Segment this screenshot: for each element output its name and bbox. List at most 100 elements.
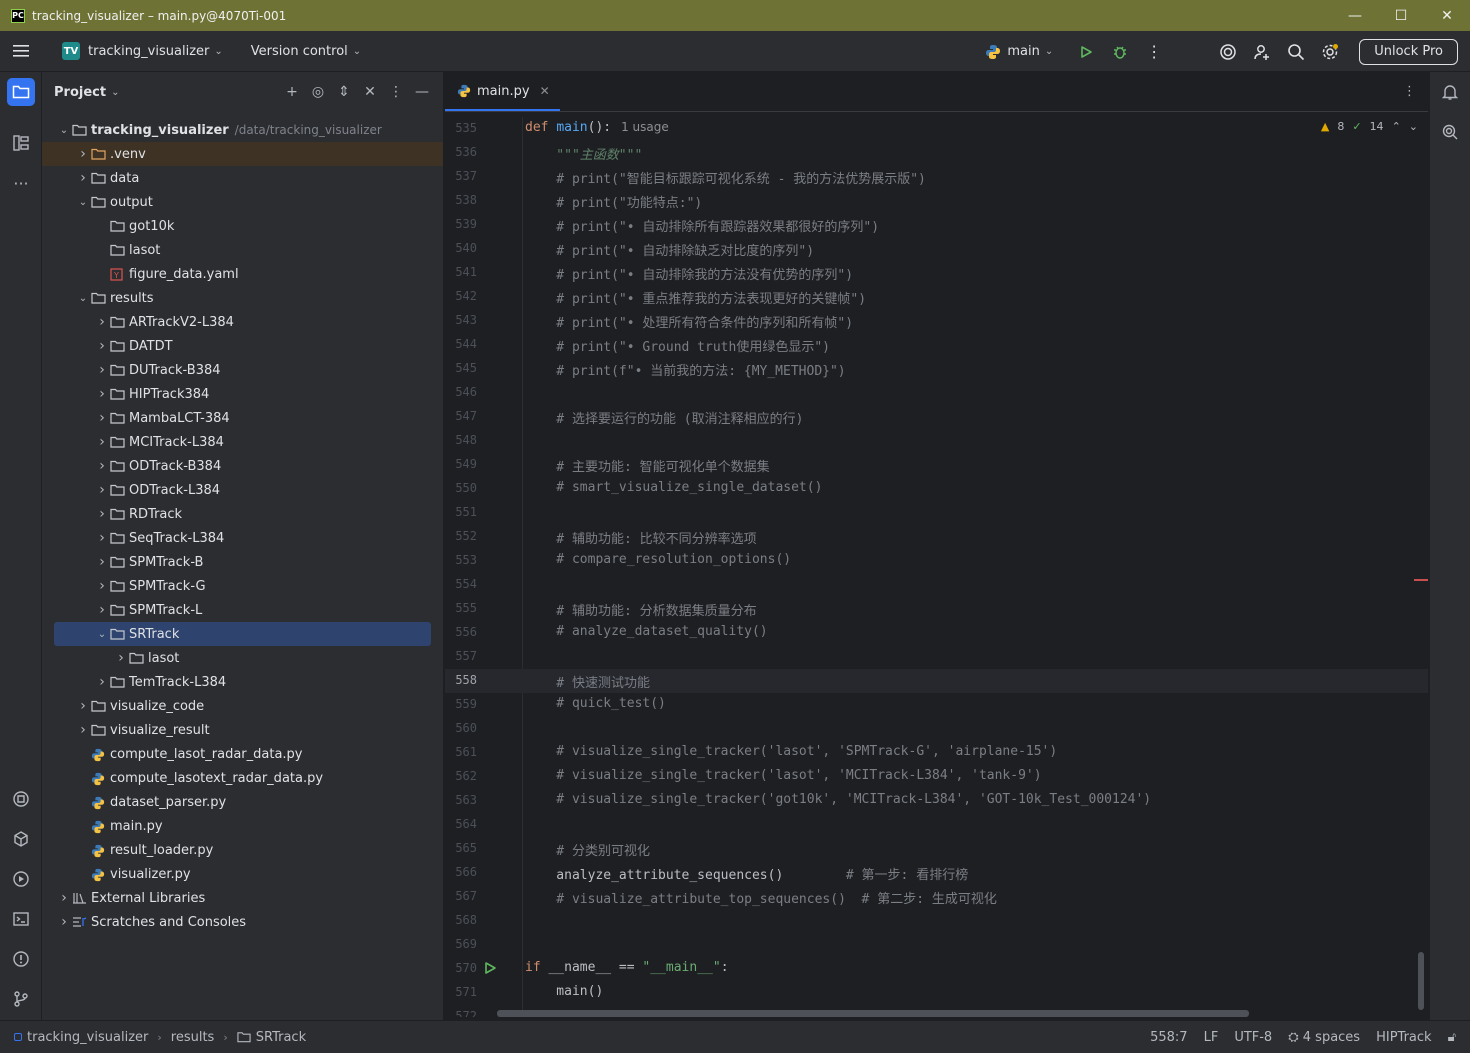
run-gutter-icon[interactable]: [483, 961, 497, 979]
code-line[interactable]: 539 # print("• 自动排除所有跟踪器效果都很好的序列"): [445, 213, 1428, 237]
tree-item[interactable]: › ODTrack-L384: [42, 478, 443, 502]
code-line[interactable]: 552 # 辅助功能: 比较不同分辨率选项: [445, 525, 1428, 549]
code-with-me-button[interactable]: [1245, 31, 1279, 72]
maximize-button[interactable]: ☐: [1378, 0, 1424, 31]
tree-item[interactable]: › DUTrack-B384: [42, 358, 443, 382]
tree-item[interactable]: › HIPTrack384: [42, 382, 443, 406]
code-line[interactable]: 559 # quick_test(): [445, 693, 1428, 717]
code-line[interactable]: 545 # print(f"• 当前我的方法: {MY_METHOD}"): [445, 357, 1428, 381]
main-menu-button[interactable]: [0, 31, 42, 72]
code-line[interactable]: 567 # visualize_attribute_top_sequences(…: [445, 885, 1428, 909]
unlock-pro-button[interactable]: Unlock Pro: [1359, 38, 1458, 65]
chevron-right-icon[interactable]: ›: [94, 458, 110, 474]
file-encoding[interactable]: UTF-8: [1234, 1030, 1272, 1045]
python-interpreter[interactable]: HIPTrack: [1376, 1030, 1431, 1045]
chevron-right-icon[interactable]: ›: [75, 698, 91, 714]
tree-item[interactable]: › SPMTrack-L: [42, 598, 443, 622]
chevron-right-icon[interactable]: ›: [94, 386, 110, 402]
terminal-button[interactable]: [7, 905, 35, 933]
code-line[interactable]: 550 # smart_visualize_single_dataset(): [445, 477, 1428, 501]
tree-item[interactable]: lasot: [42, 238, 443, 262]
code-line[interactable]: 541 # print("• 自动排除我的方法没有优势的序列"): [445, 261, 1428, 285]
collapse-all-button[interactable]: ✕: [357, 79, 383, 105]
tree-item[interactable]: › ARTrackV2-L384: [42, 310, 443, 334]
code-line[interactable]: 556 # analyze_dataset_quality(): [445, 621, 1428, 645]
python-console-button[interactable]: [7, 825, 35, 853]
code-line[interactable]: 558 # 快速测试功能: [445, 669, 1428, 693]
code-line[interactable]: 561 # visualize_single_tracker('lasot', …: [445, 741, 1428, 765]
tree-item[interactable]: › SPMTrack-B: [42, 550, 443, 574]
caret-position[interactable]: 558:7: [1150, 1030, 1187, 1045]
tree-item[interactable]: › visualize_result: [42, 718, 443, 742]
services-button[interactable]: [7, 865, 35, 893]
tree-item[interactable]: ⌄ output: [42, 190, 443, 214]
close-window-button[interactable]: ✕: [1424, 0, 1470, 31]
code-line[interactable]: 569: [445, 933, 1428, 957]
run-configuration-selector[interactable]: main ⌄: [985, 44, 1053, 60]
chevron-right-icon[interactable]: ›: [56, 890, 72, 906]
chevron-right-icon[interactable]: ›: [94, 530, 110, 546]
code-line[interactable]: 538 # print("功能特点:"): [445, 189, 1428, 213]
expand-all-button[interactable]: ⇕: [331, 79, 357, 105]
code-line[interactable]: 535 def main(): 1 usage: [445, 117, 1428, 141]
tree-item[interactable]: main.py: [42, 814, 443, 838]
chevron-right-icon[interactable]: ›: [75, 722, 91, 738]
chevron-right-icon[interactable]: ›: [56, 914, 72, 930]
minimize-button[interactable]: —: [1332, 0, 1378, 31]
close-tab-icon[interactable]: ✕: [540, 84, 550, 98]
chevron-right-icon[interactable]: ›: [94, 362, 110, 378]
code-line[interactable]: 540 # print("• 自动排除缺乏对比度的序列"): [445, 237, 1428, 261]
hide-panel-button[interactable]: —: [409, 79, 435, 105]
code-line[interactable]: 543 # print("• 处理所有符合条件的序列和所有帧"): [445, 309, 1428, 333]
search-everywhere-button[interactable]: [1279, 31, 1313, 72]
ai-assistant-button[interactable]: [1211, 31, 1245, 72]
chevron-right-icon[interactable]: ›: [94, 482, 110, 498]
more-tools-button[interactable]: ···: [7, 169, 35, 197]
chevron-down-icon[interactable]: ⌄: [56, 125, 72, 136]
chevron-right-icon[interactable]: ›: [94, 338, 110, 354]
tab-main-py[interactable]: main.py ✕: [445, 71, 560, 111]
chevron-right-icon[interactable]: ›: [75, 146, 91, 162]
chevron-right-icon[interactable]: ›: [94, 674, 110, 690]
tree-item[interactable]: compute_lasotext_radar_data.py: [42, 766, 443, 790]
settings-button[interactable]: [1313, 31, 1347, 72]
code-line[interactable]: 564: [445, 813, 1428, 837]
tree-item[interactable]: result_loader.py: [42, 838, 443, 862]
vertical-scrollbar[interactable]: [1418, 952, 1424, 1010]
tree-item[interactable]: › DATDT: [42, 334, 443, 358]
chevron-down-icon[interactable]: ⌄: [94, 629, 110, 640]
code-line[interactable]: 557: [445, 645, 1428, 669]
readonly-toggle-icon[interactable]: 🔓︎: [1448, 1030, 1456, 1045]
tree-item[interactable]: › visualize_code: [42, 694, 443, 718]
code-line[interactable]: 542 # print("• 重点推荐我的方法表现更好的关键帧"): [445, 285, 1428, 309]
tree-item[interactable]: ⌄ SRTrack: [54, 622, 431, 646]
indent-setting[interactable]: ⛭ 4 spaces: [1288, 1030, 1360, 1045]
tree-item[interactable]: › RDTrack: [42, 502, 443, 526]
structure-tool-button[interactable]: [7, 129, 35, 157]
chevron-right-icon[interactable]: ›: [75, 170, 91, 186]
chevron-right-icon[interactable]: ›: [94, 602, 110, 618]
tree-item[interactable]: ⌄ results: [42, 286, 443, 310]
tree-item[interactable]: › External Libraries: [42, 886, 443, 910]
tree-item[interactable]: › SeqTrack-L384: [42, 526, 443, 550]
tree-item[interactable]: › ODTrack-B384: [42, 454, 443, 478]
code-line[interactable]: 547 # 选择要运行的功能 (取消注释相应的行): [445, 405, 1428, 429]
code-line[interactable]: 544 # print("• Ground truth使用绿色显示"): [445, 333, 1428, 357]
code-editor[interactable]: 535 def main(): 1 usage 536 """主函数""" 537 # …: [445, 117, 1428, 1017]
run-button[interactable]: [1069, 31, 1103, 72]
tree-item[interactable]: visualizer.py: [42, 862, 443, 886]
tab-actions-button[interactable]: ⋮: [1403, 84, 1416, 99]
chevron-right-icon[interactable]: ›: [94, 434, 110, 450]
tree-item[interactable]: ⌄ tracking_visualizer/data/tracking_visua…: [42, 118, 443, 142]
usage-hint[interactable]: 1 usage: [621, 120, 669, 134]
code-line[interactable]: 571 main(): [445, 981, 1428, 1005]
line-separator[interactable]: LF: [1204, 1030, 1219, 1045]
new-file-button[interactable]: +: [279, 79, 305, 105]
version-control-menu[interactable]: Version control ⌄: [251, 44, 361, 59]
code-line[interactable]: 563 # visualize_single_tracker('got10k',…: [445, 789, 1428, 813]
notifications-button[interactable]: [1436, 78, 1464, 106]
tree-item[interactable]: › lasot: [42, 646, 443, 670]
chevron-right-icon[interactable]: ›: [94, 578, 110, 594]
locate-file-button[interactable]: ◎: [305, 79, 331, 105]
code-line[interactable]: 551: [445, 501, 1428, 525]
